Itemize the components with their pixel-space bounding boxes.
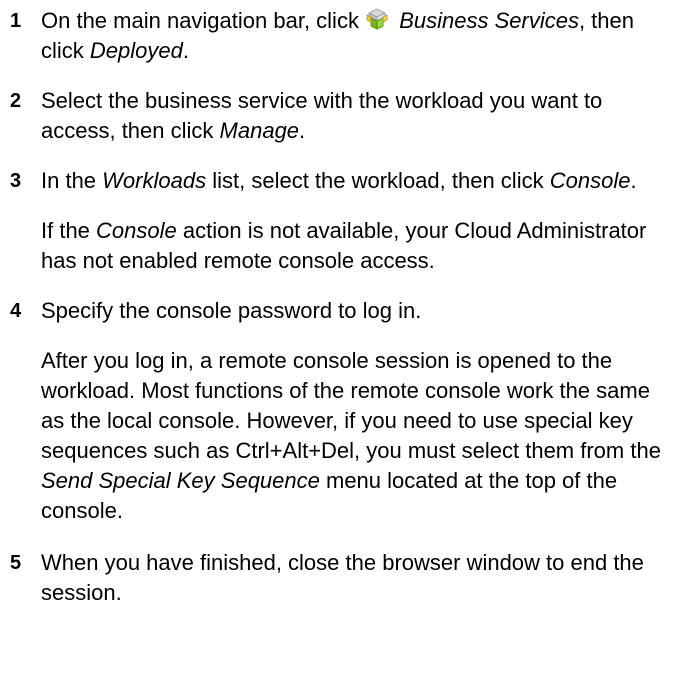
step-text: Specify the console password to log in. [41, 296, 671, 326]
step-text: On the main navigation bar, click Busine… [41, 6, 671, 66]
step-text: In the Workloads list, select the worklo… [41, 166, 671, 196]
step-2-text-b: . [299, 118, 306, 143]
step-4-note-em: Send Special Key Sequence [41, 468, 320, 493]
step-text: When you have finished, close the browse… [41, 548, 671, 608]
procedure-document: 1 On the main navigation bar, click Busi… [0, 0, 681, 675]
step-1-em-b: Deployed [89, 38, 183, 63]
step-1-text-c: . [182, 38, 189, 63]
step-5-text-a: When you have finished, close the browse… [41, 550, 644, 605]
step-1: 1 On the main navigation bar, click Busi… [10, 6, 671, 66]
step-5: 5 When you have finished, close the brow… [10, 548, 671, 608]
step-4-note: After you log in, a remote console sessi… [41, 346, 671, 526]
step-3-text-c: . [630, 168, 637, 193]
step-3-note-a: If the [41, 218, 90, 243]
step-number: 5 [10, 552, 22, 574]
step-3-em-a: Workloads [102, 168, 207, 193]
step-4-note-a: After you log in, a remote console sessi… [41, 348, 661, 463]
business-services-icon [366, 8, 388, 30]
step-3-em-b: Console [549, 168, 631, 193]
step-3-text-b: list, select the workload, then click [212, 168, 544, 193]
step-number: 1 [10, 10, 22, 32]
step-text: Select the business service with the wor… [41, 86, 671, 146]
step-number: 3 [10, 170, 22, 192]
step-3-note: If the Console action is not available, … [41, 216, 671, 276]
step-3-text-a: In the [41, 168, 97, 193]
step-2-text-a: Select the business service with the wor… [41, 88, 603, 143]
step-1-text-a: On the main navigation bar, click [41, 8, 359, 33]
step-number: 4 [10, 300, 22, 322]
step-3: 3 In the Workloads list, select the work… [10, 166, 671, 196]
step-1-em-a: Business Services [399, 8, 579, 33]
step-number: 2 [10, 90, 22, 112]
step-4-text-a: Specify the console password to log in. [41, 298, 422, 323]
step-3-note-em: Console [96, 218, 177, 243]
step-2-em-a: Manage [219, 118, 300, 143]
step-4: 4 Specify the console password to log in… [10, 296, 671, 326]
step-2: 2 Select the business service with the w… [10, 86, 671, 146]
